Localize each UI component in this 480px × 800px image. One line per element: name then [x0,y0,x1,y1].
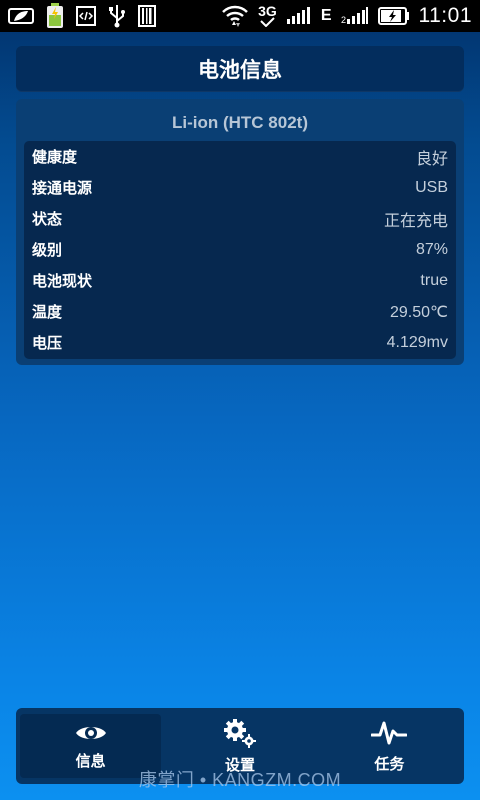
row-value: 4.129mv [386,333,448,351]
battery-charging-icon [46,3,64,29]
eye-icon [74,722,108,744]
code-icon [76,6,96,26]
pulse-icon [371,719,408,747]
tab-info-label: 信息 [75,751,106,770]
signal-icon [286,7,312,25]
tab-tasks[interactable]: 任务 [319,714,460,778]
row-value: 87% [415,240,448,258]
status-bar-system: 3G E 2 11:01 [221,4,480,28]
network-3g-icon: 3G [258,3,277,27]
usb-icon [108,4,126,28]
tab-settings-label: 设置 [224,755,255,774]
list-item-level: 级别 87% [24,234,456,265]
row-value: 良好 [415,150,448,168]
page-header: 电池信息 [16,46,464,92]
battery-model: Li-ion (HTC 802t) [172,113,308,132]
status-bar: 3G E 2 11:01 [0,0,480,32]
battery-info-card: Li-ion (HTC 802t) 健康度 良好 接通电源 USB 状态 正在充… [16,99,464,365]
battery-icon [377,7,410,25]
gears-icon [222,718,258,748]
row-value: true [420,271,448,289]
page-title: 电池信息 [198,58,282,82]
row-value: USB [415,178,448,196]
list-item-present: 电池现状 true [24,265,456,296]
network-type-label: 3G [258,3,277,19]
row-value: 29.50℃ [389,303,448,321]
data-type-label: E [320,7,332,24]
tab-settings[interactable]: 设置 [169,714,310,778]
wifi-icon [221,4,249,28]
status-bar-notifications [0,3,156,29]
tab-info[interactable]: 信息 [20,714,162,778]
signal-icon-2: 2 [341,7,369,25]
list-item-health: 健康度 良好 [24,141,456,172]
row-label: 级别 [32,241,63,259]
list-item-status: 状态 正在充电 [24,203,456,234]
svg-text:2: 2 [341,15,346,25]
tab-tasks-label: 任务 [374,754,405,773]
row-label: 接通电源 [32,179,93,197]
status-clock: 11:01 [418,4,472,27]
list-item-temperature: 温度 29.50℃ [24,296,456,327]
list-item-power-source: 接通电源 USB [24,172,456,203]
list-item-voltage: 电压 4.129mv [24,327,456,358]
row-label: 电压 [32,334,63,352]
barcode-icon [138,5,156,27]
row-label: 温度 [32,303,63,321]
row-label: 状态 [32,210,63,228]
row-value: 正在充电 [383,212,448,230]
leaf-icon [8,7,34,25]
row-label: 电池现状 [32,272,93,290]
row-label: 健康度 [32,148,78,166]
bottom-tab-bar: 信息 设置 任务 [16,708,464,784]
battery-info-list: 健康度 良好 接通电源 USB 状态 正在充电 级别 87% 电池现状 true… [24,141,456,359]
